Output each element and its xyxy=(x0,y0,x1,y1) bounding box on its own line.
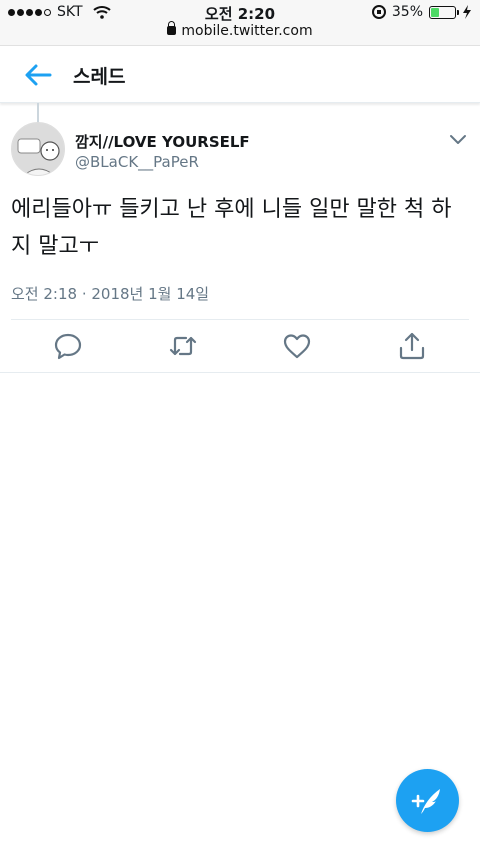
charging-bolt-icon xyxy=(463,5,471,19)
reply-icon[interactable] xyxy=(52,330,84,362)
thread-connector-line xyxy=(37,103,39,123)
user-display-name[interactable]: 깜지//LOVE YOURSELF xyxy=(75,131,250,152)
thread-header: 스레드 xyxy=(0,46,480,103)
avatar[interactable] xyxy=(11,122,65,176)
page-title: 스레드 xyxy=(73,66,126,88)
arrow-left-icon[interactable] xyxy=(24,63,52,87)
divider xyxy=(11,319,469,320)
compose-button[interactable] xyxy=(396,769,459,832)
like-icon[interactable] xyxy=(281,330,313,362)
rotation-lock-icon xyxy=(371,5,386,19)
status-right: 35% xyxy=(371,4,472,20)
url-text: mobile.twitter.com xyxy=(181,23,313,39)
status-bar: SKT 오전 2:20 mobile.twitter.com 35% xyxy=(0,0,480,46)
lock-icon xyxy=(167,21,177,35)
chevron-down-icon[interactable] xyxy=(448,132,468,146)
compose-feather-icon xyxy=(411,789,440,814)
tweet-actions xyxy=(0,330,480,362)
tweet-timestamp[interactable]: 오전 2:18 · 2018년 1월 14일 xyxy=(11,283,209,304)
battery-percent: 35% xyxy=(391,4,423,20)
share-icon[interactable] xyxy=(396,330,428,362)
retweet-icon[interactable] xyxy=(167,330,199,362)
tweet-text: 에리들아ㅠ 들키고 난 후에 니들 일만 말한 척 하지 말고ㅜ xyxy=(11,197,452,259)
divider xyxy=(0,372,480,373)
battery-icon xyxy=(429,5,459,19)
user-handle[interactable]: @BLaCK__PaPeR xyxy=(75,153,199,171)
url-bar[interactable]: mobile.twitter.com xyxy=(0,21,480,39)
